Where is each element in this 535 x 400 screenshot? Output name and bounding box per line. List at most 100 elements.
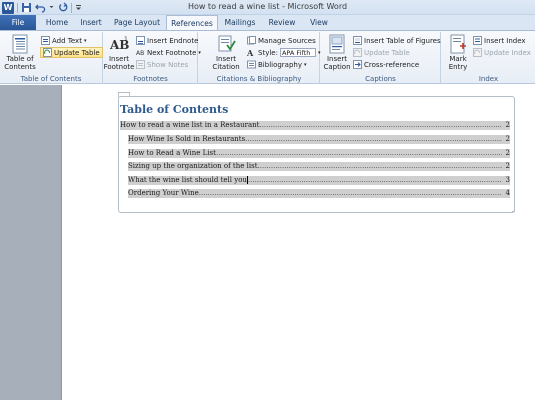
style-icon: A	[246, 48, 256, 58]
tab-page-layout[interactable]: Page Layout	[108, 15, 166, 30]
chevron-down-icon: ▾	[83, 37, 87, 44]
add-text-icon	[41, 36, 50, 45]
tab-view[interactable]: View	[302, 15, 336, 30]
update-table-button[interactable]: Update Table	[40, 47, 103, 58]
insert-endnote-button[interactable]: Insert Endnote	[136, 35, 198, 46]
toc-entry[interactable]: Ordering Your Wine .....................…	[128, 189, 510, 198]
update-table-icon	[43, 48, 52, 57]
tab-insert[interactable]: Insert	[76, 15, 106, 30]
toc-entry-text: How to Read a Wine List	[128, 149, 216, 157]
insert-footnote-label-2: Footnote	[103, 63, 135, 71]
bibliography-label: Bibliography	[258, 60, 302, 69]
toc-title: Table of Contents	[120, 103, 229, 116]
next-footnote-button[interactable]: AB Next Footnote ▾	[136, 47, 201, 58]
show-notes-button[interactable]: Show Notes	[136, 59, 188, 70]
toc-entry-text: Ordering Your Wine	[128, 189, 199, 197]
group-label-captions: Captions	[365, 75, 396, 83]
group-label-table-of-contents: Table of Contents	[20, 75, 82, 83]
mark-entry-icon	[448, 34, 468, 54]
insert-caption-icon	[327, 34, 347, 54]
show-notes-icon	[136, 60, 145, 69]
tab-mailings[interactable]: Mailings	[220, 15, 260, 30]
toc-leader-dots: ........................................…	[198, 189, 502, 197]
toc-leader-dots: ........................................…	[215, 149, 502, 157]
table-of-contents-button[interactable]: Table of Contents	[2, 34, 38, 71]
insert-index-label: Insert Index	[484, 36, 526, 45]
insert-index-icon	[473, 36, 482, 45]
toc-entry[interactable]: How to read a wine list in a Restaurant …	[120, 121, 510, 130]
toc-entry-text: How to read a wine list in a Restaurant	[120, 121, 260, 129]
bibliography-icon	[247, 60, 256, 69]
toc-entry-text: How Wine Is Sold in Restaurants	[128, 135, 246, 143]
toc-entry-text: Sizing up the organization of the list	[128, 162, 258, 170]
tab-home[interactable]: Home	[38, 15, 76, 30]
group-citations-bibliography: Insert Citation Manage Sources A Style: …	[199, 32, 320, 84]
insert-citation-label-2: Citation	[212, 63, 240, 71]
insert-endnote-icon	[136, 36, 145, 45]
table-of-contents-icon	[10, 34, 30, 54]
group-captions: Insert Caption Insert Table of Figures U…	[321, 32, 441, 84]
svg-text:1: 1	[124, 36, 128, 43]
toc-entry[interactable]: How to Read a Wine List ................…	[128, 149, 510, 158]
svg-text:AB: AB	[136, 50, 144, 57]
insert-index-button[interactable]: Insert Index	[473, 35, 526, 46]
insert-caption-label-2: Caption	[323, 63, 351, 71]
table-of-contents-label-1: Table of	[6, 55, 34, 63]
insert-footnote-label-1: Insert	[108, 55, 130, 63]
tab-review[interactable]: Review	[262, 15, 302, 30]
update-table-icon	[353, 48, 362, 57]
group-label-footnotes: Footnotes	[133, 75, 168, 83]
group-label-citations: Citations & Bibliography	[216, 75, 302, 83]
toc-entry-page: 2	[505, 149, 510, 157]
add-text-label: Add Text	[52, 36, 82, 45]
style-label: Style:	[258, 48, 278, 57]
ribbon: Table of Contents Add Text ▾ Update Tabl…	[0, 30, 535, 84]
update-table-captions-button[interactable]: Update Table	[353, 47, 410, 58]
mark-entry-label-1: Mark	[449, 55, 467, 63]
add-text-button[interactable]: Add Text ▾	[41, 35, 86, 46]
document-margin-left	[0, 85, 61, 400]
update-index-icon	[473, 48, 482, 57]
toc-entry-page: 4	[505, 189, 510, 197]
next-footnote-icon: AB	[136, 48, 145, 57]
insert-table-of-figures-button[interactable]: Insert Table of Figures	[353, 35, 441, 46]
update-table-captions-label: Update Table	[364, 48, 410, 57]
update-index-button[interactable]: Update Index	[473, 47, 531, 58]
insert-citation-button[interactable]: Insert Citation	[211, 34, 241, 71]
toc-entry-page: 3	[505, 176, 510, 184]
mark-entry-button[interactable]: Mark Entry	[444, 34, 472, 71]
title-bar: W How to read a wine list - Microsoft Wo…	[0, 0, 535, 15]
toc-leader-dots: ........................................…	[247, 176, 502, 184]
svg-text:A: A	[247, 48, 254, 57]
toc-entry[interactable]: What the wine list should tell you .....…	[128, 176, 510, 185]
ribbon-tabs: File Home Insert Page Layout References …	[0, 15, 535, 31]
window-title: How to read a wine list - Microsoft Word	[187, 2, 348, 11]
citation-style-selector[interactable]: A Style: APA Fifth ▾	[246, 47, 320, 58]
insert-citation-label-1: Insert	[215, 55, 237, 63]
tab-file[interactable]: File	[0, 15, 36, 30]
insert-footnote-icon: AB 1	[109, 34, 129, 54]
insert-caption-label-1: Insert	[326, 55, 348, 63]
manage-sources-button[interactable]: Manage Sources	[247, 35, 316, 46]
show-notes-label: Show Notes	[147, 60, 189, 69]
bibliography-button[interactable]: Bibliography ▾	[247, 59, 307, 70]
group-label-index: Index	[478, 75, 499, 83]
toc-entry-page: 2	[505, 162, 510, 170]
manage-sources-icon	[247, 36, 256, 45]
insert-footnote-button[interactable]: AB 1 Insert Footnote	[103, 34, 135, 71]
manage-sources-label: Manage Sources	[258, 36, 316, 45]
toc-entry[interactable]: Sizing up the organization of the list .…	[128, 162, 510, 171]
update-index-label: Update Index	[484, 48, 531, 57]
toc-leader-dots: ........................................…	[245, 135, 502, 143]
insert-caption-button[interactable]: Insert Caption	[323, 34, 351, 71]
cross-reference-label: Cross-reference	[364, 60, 420, 69]
toc-leader-dots: ........................................…	[259, 121, 502, 129]
group-table-of-contents: Table of Contents Add Text ▾ Update Tabl…	[0, 32, 103, 84]
insert-table-of-figures-icon	[353, 36, 362, 45]
next-footnote-label: Next Footnote	[147, 48, 197, 57]
style-select[interactable]: APA Fifth	[279, 48, 316, 57]
cross-reference-button[interactable]: Cross-reference	[353, 59, 419, 70]
mark-entry-label-2: Entry	[448, 63, 468, 71]
toc-entry[interactable]: How Wine Is Sold in Restaurants ........…	[128, 135, 510, 144]
tab-references[interactable]: References	[166, 15, 218, 31]
